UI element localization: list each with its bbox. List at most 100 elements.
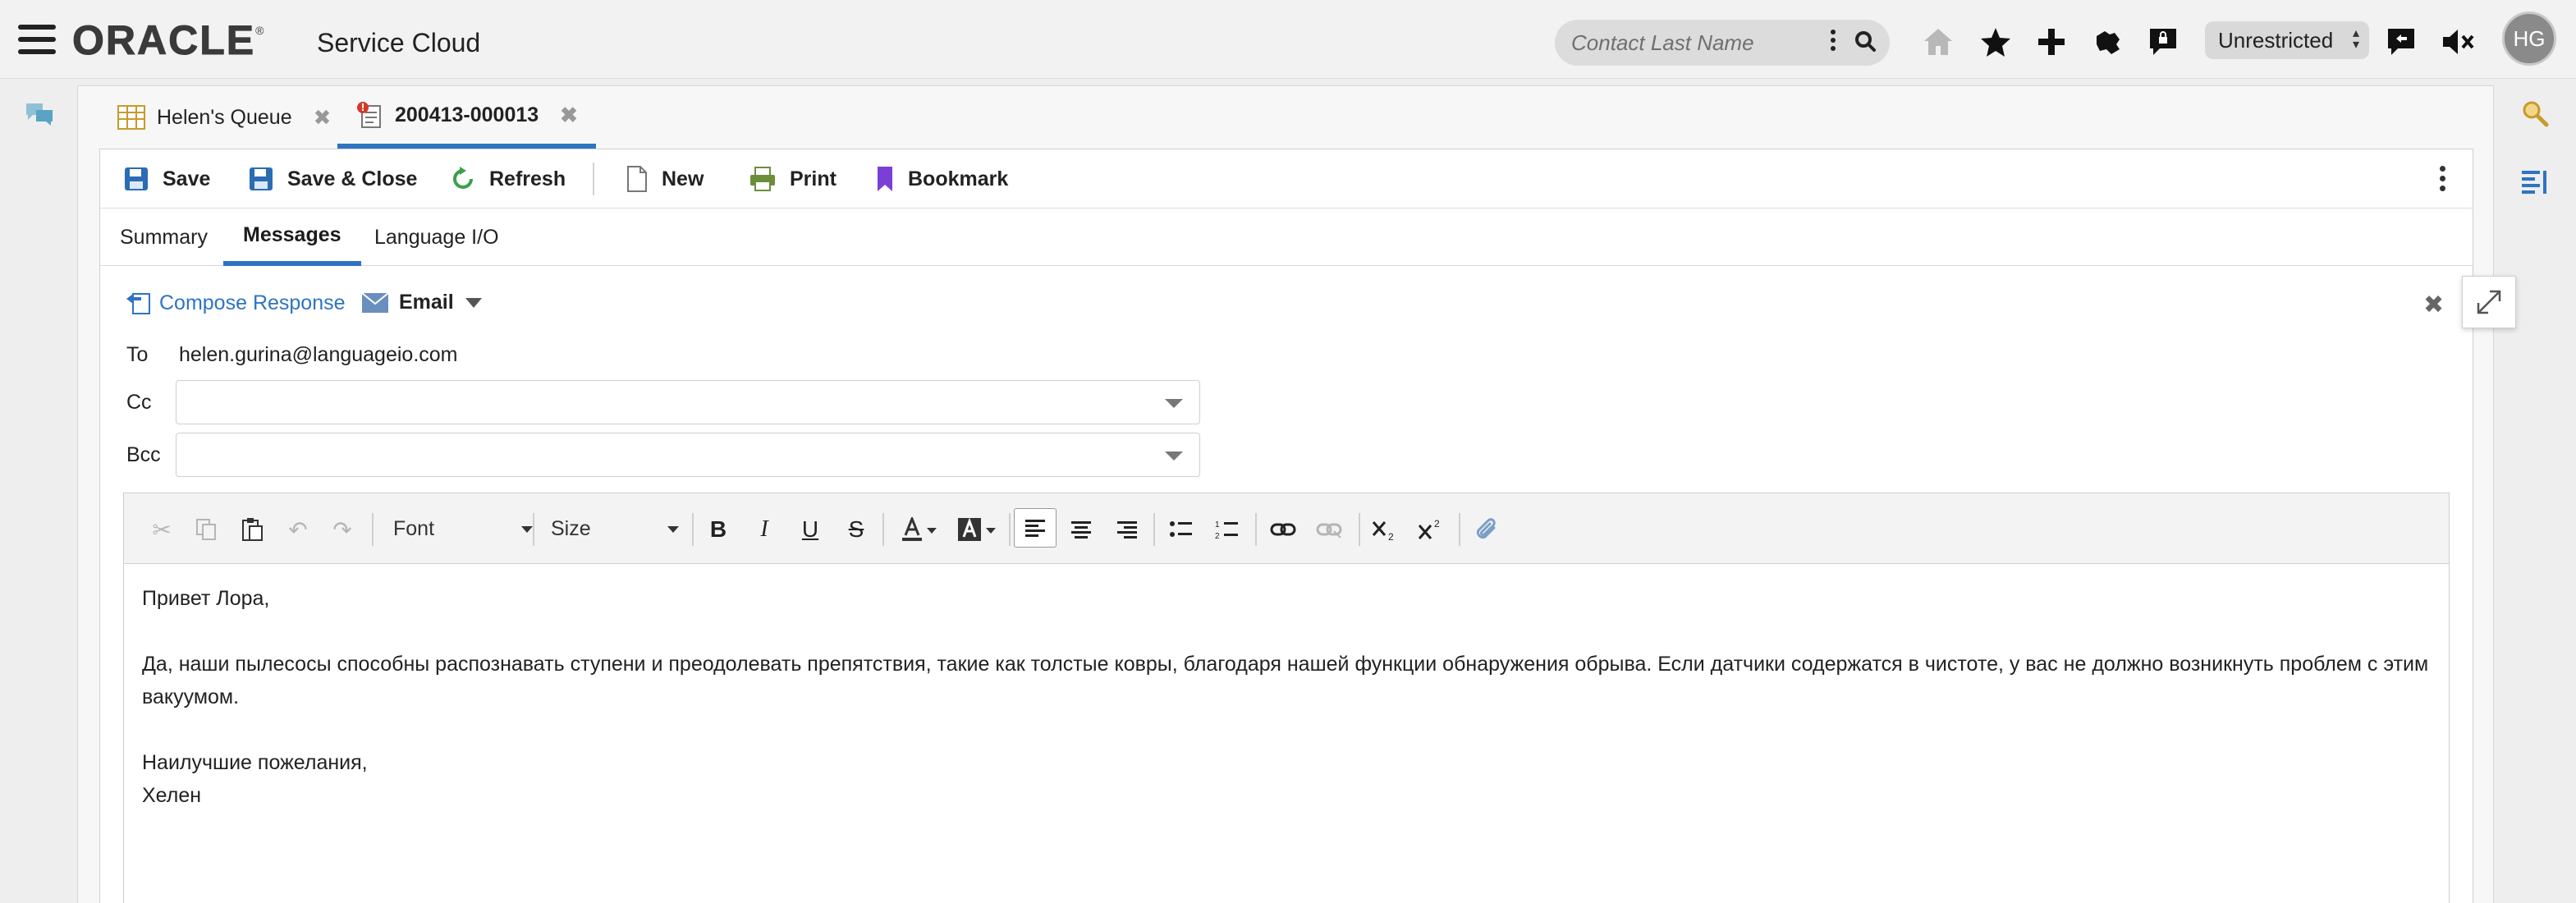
- paste-icon[interactable]: [236, 513, 268, 546]
- scope-select[interactable]: Unrestricted ▴ ▾: [2205, 21, 2369, 59]
- more-options-icon[interactable]: [2440, 166, 2446, 195]
- message-editor: ✂ ↶ ↷ Font Size B I U S 1 2 2 2 Привет Л…: [123, 493, 2450, 903]
- email-icon: [361, 291, 389, 313]
- chat-icon[interactable]: [2381, 21, 2422, 62]
- chevron-down-icon[interactable]: [927, 528, 937, 534]
- bcc-field[interactable]: [176, 433, 1200, 477]
- size-select[interactable]: Size: [551, 511, 679, 546]
- chevron-down-icon[interactable]: [986, 528, 996, 534]
- refresh-button[interactable]: Refresh: [450, 161, 566, 197]
- bulleted-list-icon[interactable]: [1165, 513, 1198, 546]
- compose-response-link[interactable]: Compose Response: [125, 291, 346, 315]
- undo-icon[interactable]: ↶: [282, 513, 314, 546]
- lock-chat-icon[interactable]: [2143, 21, 2184, 62]
- plus-icon[interactable]: [2031, 21, 2072, 62]
- cut-icon[interactable]: ✂: [145, 513, 178, 546]
- cc-label: Cc: [126, 391, 152, 414]
- tab-messages[interactable]: Messages: [223, 209, 361, 266]
- unlink-icon[interactable]: [1313, 513, 1345, 546]
- text-color-icon[interactable]: [896, 513, 928, 546]
- select-arrows-icon: ▴ ▾: [2352, 26, 2359, 52]
- expand-icon[interactable]: [2462, 276, 2516, 328]
- strikethrough-icon[interactable]: S: [840, 513, 873, 546]
- tab-incident[interactable]: 200413-000013 ✖: [337, 86, 596, 149]
- workspace-tabs: Helen's Queue ✖ 200413-000013 ✖: [78, 86, 2493, 149]
- chat-bubbles-icon[interactable]: [25, 102, 54, 126]
- signature-text: Хелен: [142, 784, 202, 807]
- bookmark-icon: [878, 167, 892, 191]
- channel-select[interactable]: Email: [361, 291, 482, 314]
- message-body[interactable]: Привет Лора, Да, наши пылесосы способны …: [124, 564, 2449, 903]
- closing-text: Наилучшие пожелания,: [142, 751, 368, 774]
- mute-icon[interactable]: [2438, 21, 2479, 62]
- close-tab-icon[interactable]: ✖: [560, 103, 578, 128]
- record-subtabs: Summary Messages Language I/O: [100, 209, 2473, 266]
- tab-language-io[interactable]: Language I/O: [355, 209, 519, 266]
- search-icon[interactable]: [2520, 99, 2550, 128]
- reply-icon: [126, 293, 150, 314]
- workspace-panel: Helen's Queue ✖ 200413-000013 ✖ Save Sav…: [77, 85, 2494, 903]
- superscript-icon[interactable]: 2: [1414, 513, 1447, 546]
- cc-field[interactable]: [176, 380, 1200, 424]
- close-tab-icon[interactable]: ✖: [314, 105, 332, 131]
- search-options-icon[interactable]: [1831, 30, 1837, 54]
- save-close-icon: [250, 167, 273, 190]
- oracle-logo: ORACLE®: [71, 17, 266, 64]
- svg-text:2: 2: [1434, 518, 1440, 529]
- star-icon[interactable]: [1975, 21, 2016, 62]
- redo-icon[interactable]: ↷: [326, 513, 359, 546]
- toolbar-separator: [1153, 513, 1155, 546]
- chevron-down-icon: [1165, 452, 1183, 461]
- puzzle-icon[interactable]: [2087, 21, 2128, 62]
- toolbar-separator: [692, 513, 694, 546]
- link-icon[interactable]: [1267, 513, 1299, 546]
- greeting-text: Привет Лора,: [142, 587, 270, 610]
- toolbar-separator: [593, 163, 594, 195]
- attachment-icon[interactable]: [1470, 513, 1503, 546]
- background-color-icon[interactable]: [953, 513, 986, 546]
- save-button[interactable]: Save: [123, 161, 210, 197]
- list-view-icon[interactable]: [2520, 167, 2550, 197]
- contact-search: [1555, 20, 1890, 66]
- tab-summary[interactable]: Summary: [100, 209, 227, 266]
- avatar[interactable]: HG: [2502, 11, 2556, 66]
- body-paragraph: Да, наши пылесосы способны распознавать …: [142, 653, 2429, 708]
- italic-icon[interactable]: I: [748, 513, 781, 546]
- record-toolbar: Save Save & Close Refresh New Print Book…: [100, 149, 2473, 209]
- new-document-icon: [627, 166, 647, 192]
- toolbar-separator: [1459, 513, 1460, 546]
- hamburger-menu-icon[interactable]: [18, 25, 56, 54]
- svg-text:1: 1: [1215, 520, 1220, 529]
- toolbar-separator: [1009, 513, 1011, 546]
- bookmark-button[interactable]: Bookmark: [875, 161, 1008, 197]
- chevron-down-icon: [521, 526, 533, 533]
- toolbar-separator: [1359, 513, 1360, 546]
- new-button[interactable]: New: [626, 161, 704, 197]
- numbered-list-icon[interactable]: 12: [1211, 513, 1244, 546]
- editor-toolbar: ✂ ↶ ↷ Font Size B I U S 1 2 2 2: [124, 493, 2449, 564]
- toolbar-separator: [533, 513, 534, 546]
- align-right-icon[interactable]: [1111, 513, 1144, 546]
- product-name: Service Cloud: [317, 28, 481, 57]
- close-compose-icon[interactable]: ✖: [2423, 291, 2444, 319]
- font-select[interactable]: Font: [393, 511, 533, 546]
- copy-icon[interactable]: [190, 513, 222, 546]
- top-header: ORACLE® Service Cloud Unrestricted ▴▾ HG: [0, 0, 2576, 79]
- toolbar-separator: [882, 513, 884, 546]
- to-field[interactable]: helen.gurina@languageio.com: [179, 343, 458, 367]
- save-and-close-button[interactable]: Save & Close: [248, 161, 417, 197]
- bold-icon[interactable]: B: [702, 513, 735, 546]
- print-button[interactable]: Print: [749, 161, 837, 197]
- subscript-icon[interactable]: 2: [1368, 513, 1401, 546]
- underline-icon[interactable]: U: [794, 513, 827, 546]
- home-icon[interactable]: [1918, 21, 1959, 62]
- tab-label: 200413-000013: [395, 103, 539, 126]
- chevron-down-icon: [465, 297, 482, 308]
- incident-content: Save Save & Close Refresh New Print Book…: [99, 149, 2473, 903]
- contact-search-input[interactable]: [1571, 26, 1817, 59]
- align-left-icon[interactable]: [1014, 508, 1057, 548]
- align-center-icon[interactable]: [1065, 513, 1098, 546]
- toolbar-separator: [1255, 513, 1257, 546]
- search-icon[interactable]: [1852, 28, 1880, 56]
- tab-helens-queue[interactable]: Helen's Queue ✖: [117, 86, 331, 149]
